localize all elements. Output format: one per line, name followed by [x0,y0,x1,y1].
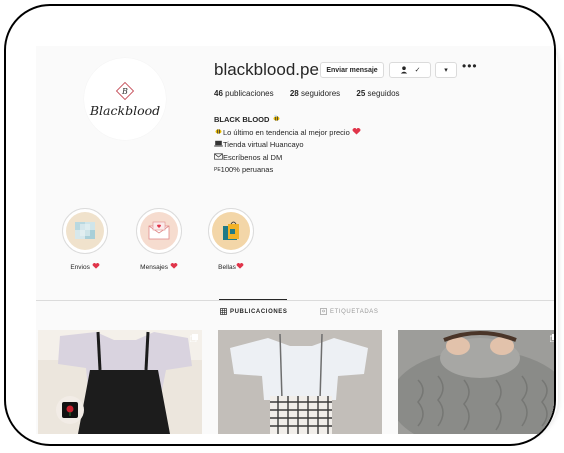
highlight-mensajes[interactable]: Mensajes [136,208,182,271]
envelope-icon [140,212,178,250]
heart-icon [170,263,178,269]
tab-etiquetadas[interactable]: ETIQUETADAS [320,308,379,315]
tab-publicaciones[interactable]: PUBLICACIONES [220,308,287,315]
heart-icon [352,127,361,134]
post-thumbnail-3[interactable] [398,330,554,434]
device-frame: B Blackblood blackblood.pe Enviar mensaj… [4,4,556,446]
sweater-photo [398,330,554,434]
peru-flag-icon: PE [214,167,221,173]
highlight-label: Envios [70,263,100,271]
profile-stats: 46 publicaciones 28 seguidores 25 seguid… [214,89,414,98]
multi-photo-icon [190,334,198,342]
profile-avatar[interactable]: B Blackblood [84,58,166,140]
bio-line-2: Tienda virtual Huancayo [214,139,361,152]
post-thumbnail-1[interactable] [38,330,202,434]
diamond-logo-icon: B [115,81,135,100]
grid-icon [220,308,227,315]
bio-name-line: BLACK BLOOD [214,114,361,127]
svg-text:B: B [121,87,128,96]
more-options-icon[interactable]: ••• [462,59,478,73]
laptop-icon [214,140,223,147]
tabs-divider [36,300,554,301]
instagram-profile-screen: B Blackblood blackblood.pe Enviar mensaj… [36,46,554,434]
followers-count[interactable]: 28 seguidores [290,89,340,98]
following-count[interactable]: 25 seguidos [356,89,399,98]
highlight-label: Mensajes [140,263,178,271]
multi-photo-icon [550,334,554,342]
heart-icon [92,263,100,269]
person-check-icon [400,66,407,74]
profile-bio: BLACK BLOOD Lo último en tendencia al me… [214,114,361,177]
bee-icon [215,128,222,134]
bio-line-1: Lo último en tendencia al mejor precio [214,127,361,140]
highlight-envios[interactable]: Envios [62,208,108,271]
tag-icon [320,308,327,315]
shopping-bag-icon [212,212,250,250]
boxes-icon [66,212,104,250]
following-button[interactable]: ✓ [389,62,431,78]
bee-icon [273,114,280,121]
plaid-dress-photo [218,330,382,434]
heart-icon [236,263,244,269]
post-thumbnail-2[interactable] [218,330,382,434]
active-tab-indicator [219,299,287,300]
envelope-icon [214,152,223,160]
highlight-bellas[interactable]: Bellas [208,208,254,271]
dress-photo [38,330,202,434]
suggestions-dropdown-button[interactable]: ▾ [435,62,457,78]
highlight-label: Bellas [218,263,244,271]
profile-username: blackblood.pe [214,60,319,79]
send-message-button[interactable]: Enviar mensaje [320,62,384,78]
bio-line-3: Escríbenos al DM [214,152,361,165]
bio-line-4: PE100% peruanas [214,165,274,174]
brand-logo-text: Blackblood [89,102,161,118]
check-mark: ✓ [414,67,421,74]
chevron-down-icon: ▾ [444,67,448,74]
posts-count: 46 publicaciones [214,89,274,98]
